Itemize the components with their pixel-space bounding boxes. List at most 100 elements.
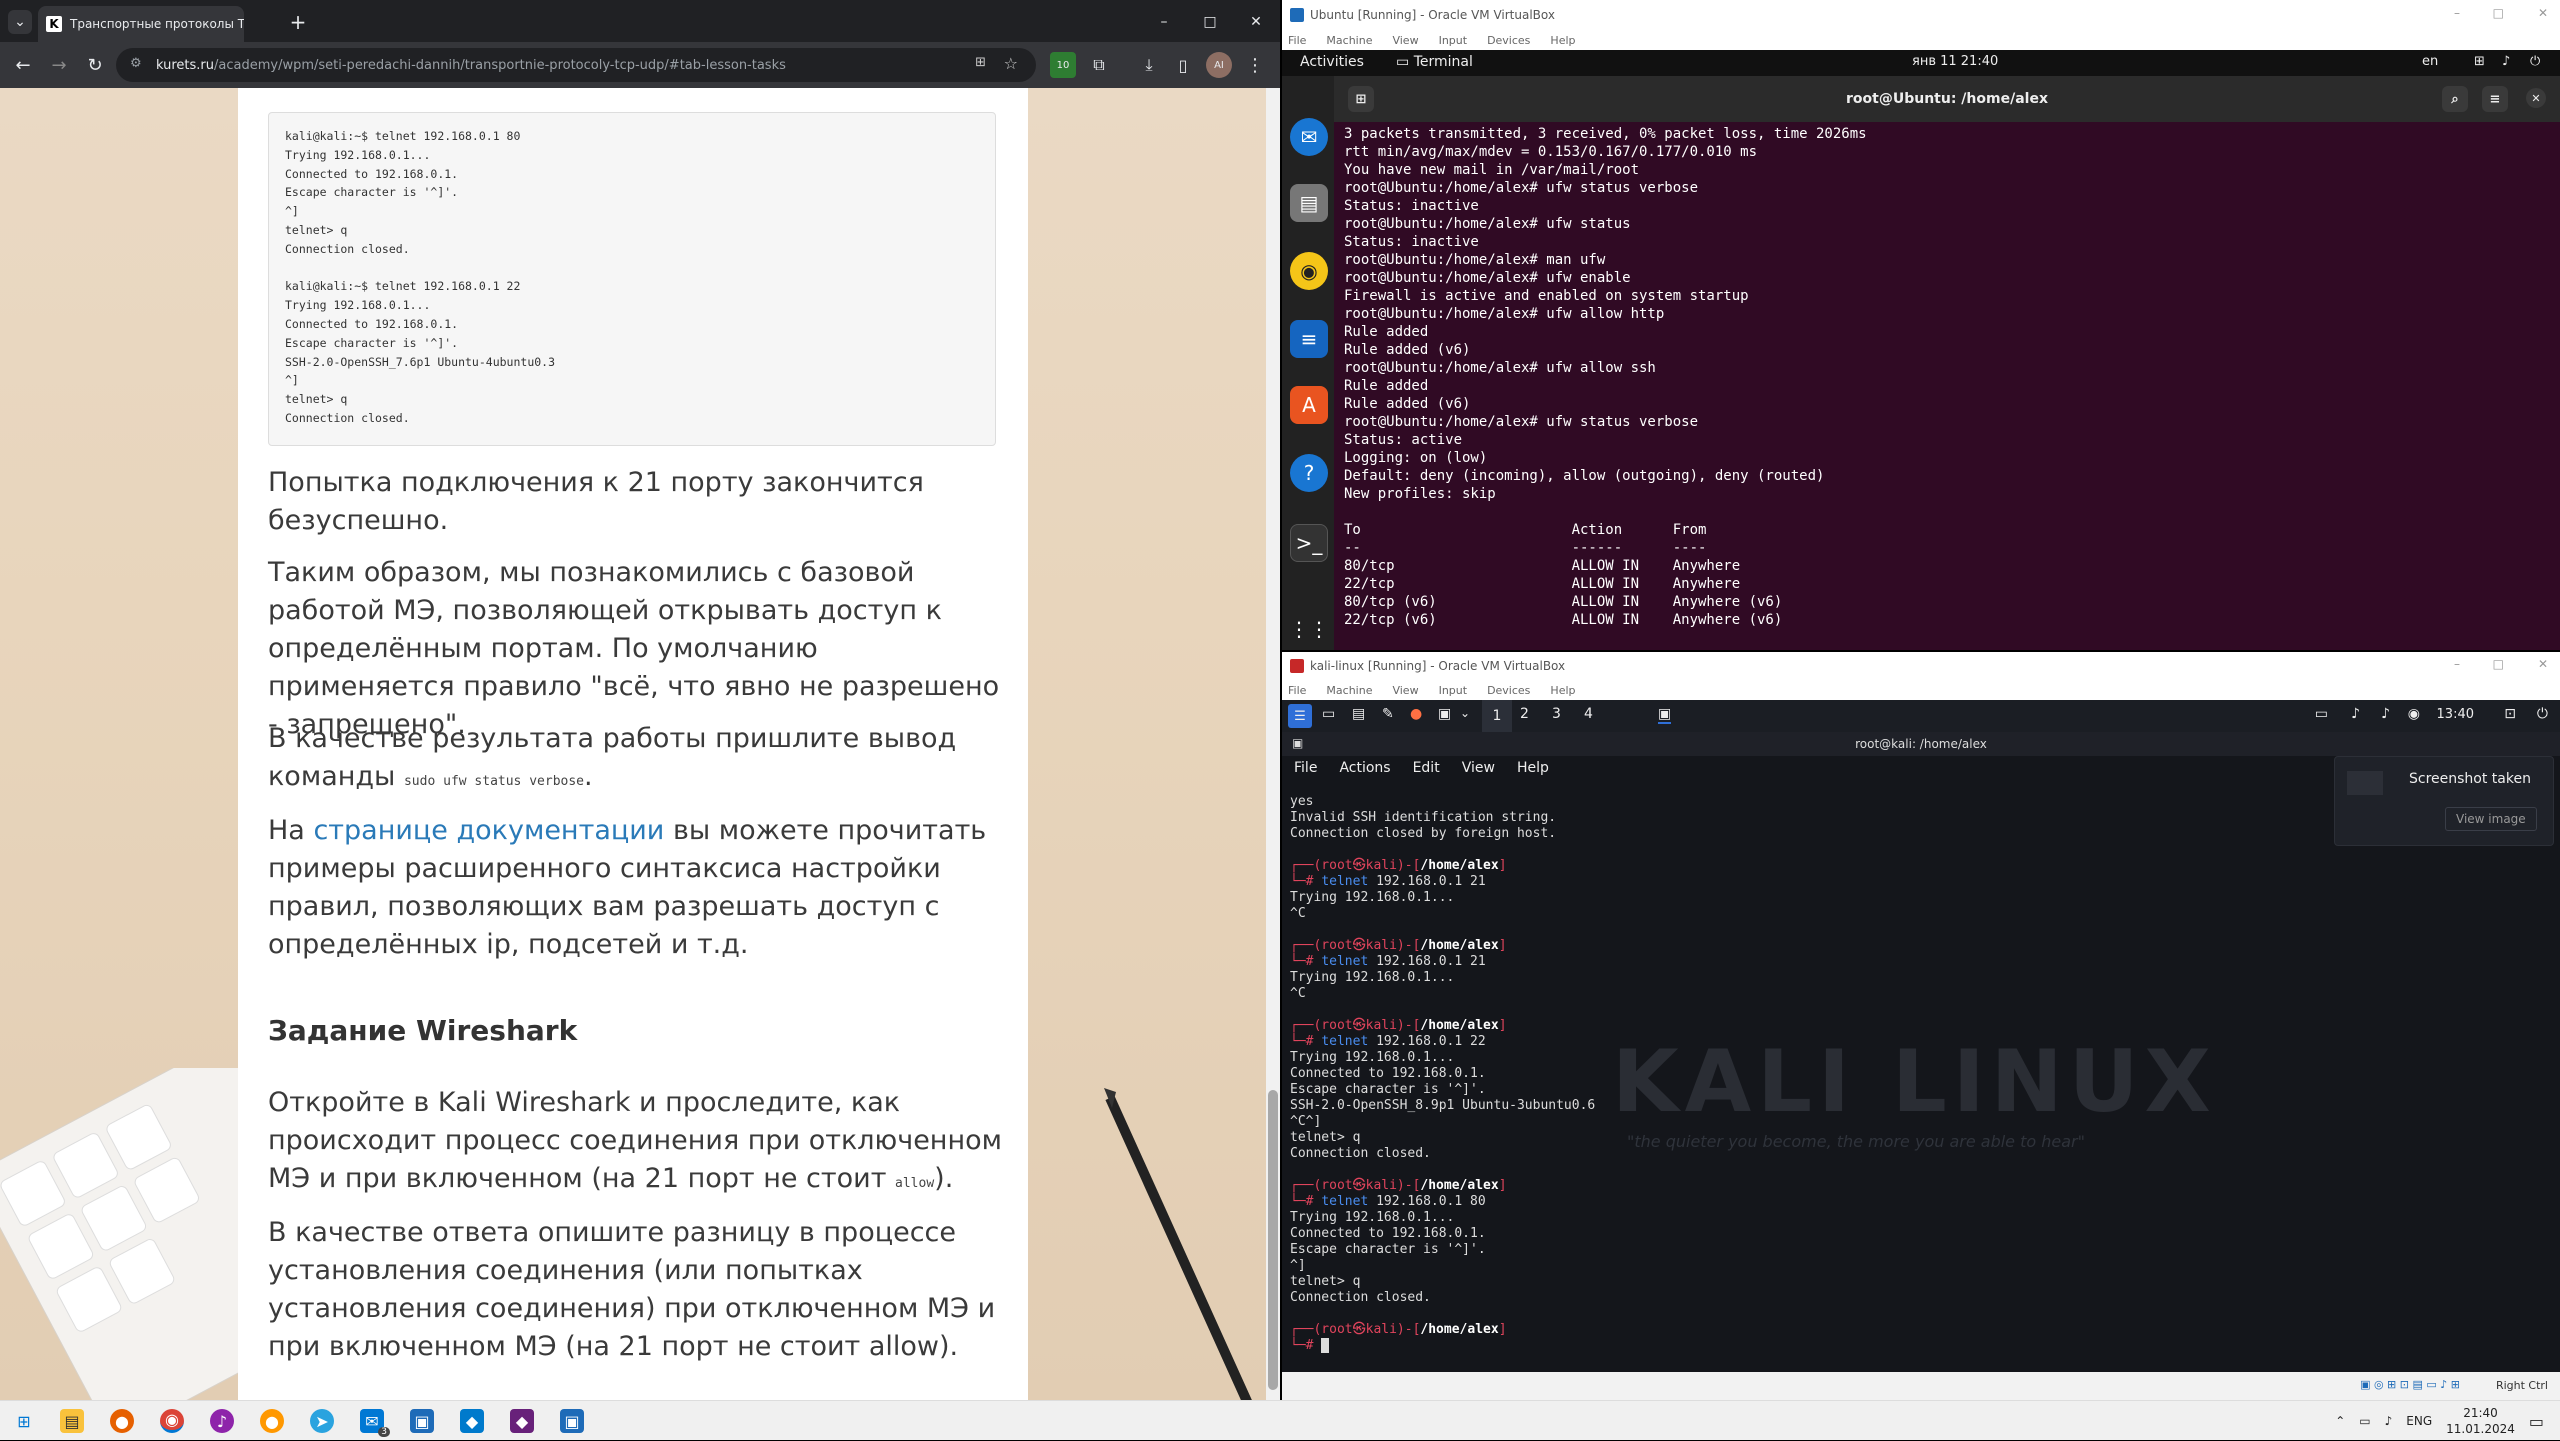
extensions-puzzle-icon[interactable]: ⧉	[1086, 52, 1112, 78]
network-icon[interactable]: ⊞	[2474, 54, 2485, 69]
power-icon[interactable]: ⏻	[2530, 54, 2540, 69]
workspace-3[interactable]: 3	[1552, 706, 1561, 722]
terminal-menu-icon[interactable]: ≡	[2482, 86, 2508, 112]
term-menu-edit[interactable]: Edit	[1413, 760, 1440, 776]
new-tab-button[interactable]: +	[284, 8, 312, 36]
kali-volume-icon[interactable]: ♪	[2351, 706, 2360, 722]
writer-icon[interactable]: ≡	[1290, 320, 1328, 358]
download-icon[interactable]: ⤓	[1136, 52, 1162, 78]
view-image-button[interactable]: View image	[2445, 807, 2537, 831]
ubuntu-vm-minimize-button[interactable]: –	[2454, 6, 2460, 20]
new-tab-icon[interactable]: ⊞	[1348, 86, 1374, 112]
tray-network-icon[interactable]: ▭	[2359, 1414, 2370, 1428]
close-window-button[interactable]: ✕	[1242, 8, 1270, 36]
site-info-icon[interactable]: ⚙	[130, 56, 142, 71]
tab-search-button[interactable]: ⌄	[8, 10, 32, 34]
profile-avatar[interactable]: AI	[1206, 52, 1232, 78]
kali-vm-menu-input[interactable]: Input	[1439, 684, 1467, 697]
maximize-button[interactable]: □	[1196, 8, 1224, 36]
virtualbox-taskbar-icon[interactable]: ▣	[410, 1409, 434, 1433]
firefox-dev-icon[interactable]: ●	[260, 1409, 284, 1433]
terminal-launcher-icon[interactable]: ▣	[1438, 706, 1451, 722]
term-menu-view[interactable]: View	[1462, 760, 1495, 776]
terminal-search-icon[interactable]: ⌕	[2442, 86, 2468, 112]
kali-vm-minimize-button[interactable]: –	[2454, 657, 2460, 671]
kali-vm-menu-file[interactable]: File	[1288, 684, 1306, 697]
kali-terminal[interactable]: ▣ root@kali: /home/alex File Actions Edi…	[1282, 732, 2560, 1372]
ubuntu-terminal[interactable]: ⊞ root@Ubuntu: /home/alex ⌕ ≡ ✕ 3 packet…	[1334, 76, 2560, 650]
chrome-taskbar-icon[interactable]: ◉	[160, 1409, 184, 1433]
start-icon[interactable]: ⊞	[12, 1409, 36, 1433]
kali-vm-menu-machine[interactable]: Machine	[1326, 684, 1372, 697]
file-explorer-icon[interactable]: ▤	[60, 1409, 84, 1433]
vm-menu-input[interactable]: Input	[1439, 34, 1467, 47]
software-icon[interactable]: A	[1290, 386, 1328, 424]
scrollbar-thumb[interactable]	[1268, 1090, 1278, 1390]
kali-vm-maximize-button[interactable]: □	[2493, 657, 2504, 671]
mail-icon[interactable]: ✉ 3	[360, 1409, 390, 1437]
visual-studio-icon[interactable]: ◆	[510, 1409, 534, 1433]
kali-vm-menu-help[interactable]: Help	[1550, 684, 1575, 697]
terminal-dock-icon[interactable]: >_	[1290, 524, 1328, 562]
desktop-icon[interactable]: ▭	[1322, 706, 1335, 722]
kali-vm-close-button[interactable]: ✕	[2538, 657, 2548, 671]
terminal-app-menu[interactable]: ▭ Terminal	[1396, 54, 1473, 70]
thunderbird-icon[interactable]: ✉	[1290, 118, 1328, 156]
extension-icon[interactable]: 10	[1050, 52, 1076, 78]
vm-menu-view[interactable]: View	[1392, 34, 1418, 47]
launcher-dropdown-icon[interactable]: ⌄	[1460, 706, 1470, 720]
vbox-device-icons[interactable]: ▣ ◎ ⊞ ⊡ ▤ ▭ ♪ ⊞	[2360, 1378, 2460, 1391]
translate-icon[interactable]: ⊞	[975, 55, 986, 70]
show-apps-icon[interactable]: ⋮⋮	[1289, 610, 1329, 648]
firefox-icon[interactable]: ●	[1410, 706, 1422, 722]
help-icon[interactable]: ?	[1290, 454, 1328, 492]
workspace-2[interactable]: 2	[1520, 706, 1529, 722]
gnome-clock[interactable]: янв 11 21:40	[1912, 54, 1998, 69]
tray-volume-icon[interactable]: ♪	[2385, 1414, 2393, 1428]
terminal-close-icon[interactable]: ✕	[2526, 88, 2546, 108]
rhythmbox-icon[interactable]: ◉	[1290, 252, 1328, 290]
ubuntu-vm-close-button[interactable]: ✕	[2538, 6, 2548, 20]
documentation-link[interactable]: странице документации	[313, 815, 664, 846]
forward-icon[interactable]: →	[46, 52, 72, 78]
task-terminal-icon[interactable]: ▣	[1658, 706, 1672, 724]
vm-menu-file[interactable]: File	[1288, 34, 1306, 47]
active-tab[interactable]: K Транспортные протоколы TCP ✕	[38, 6, 244, 42]
vm-menu-machine[interactable]: Machine	[1326, 34, 1372, 47]
kali-vm-menu-view[interactable]: View	[1392, 684, 1418, 697]
kali-vm-menu-devices[interactable]: Devices	[1487, 684, 1530, 697]
screenshot-notification[interactable]: Screenshot taken View image	[2334, 756, 2554, 846]
vscode-icon[interactable]: ◆	[460, 1409, 484, 1433]
volume-icon[interactable]: ♪	[2502, 54, 2510, 69]
workspace-4[interactable]: 4	[1584, 706, 1593, 722]
kali-clock[interactable]: 13:40	[2437, 707, 2474, 722]
power-manager-icon[interactable]: ◉	[2408, 706, 2420, 722]
firefox-taskbar-icon[interactable]: ●	[110, 1409, 134, 1433]
address-bar[interactable]: ⚙ kurets.ru/academy/wpm/seti-peredachi-d…	[116, 48, 1036, 82]
tray-overflow-icon[interactable]: ⌃	[2335, 1414, 2345, 1428]
notification-center-icon[interactable]: ▭	[2529, 1412, 2544, 1431]
kali-menu-icon[interactable]: ☰	[1288, 704, 1312, 728]
media-app-icon[interactable]: ♪	[210, 1409, 234, 1433]
file-manager-icon[interactable]: ▤	[1352, 706, 1365, 722]
term-menu-file[interactable]: File	[1294, 760, 1317, 776]
virtualbox-vm-icon[interactable]: ▣	[560, 1409, 584, 1433]
telegram-icon[interactable]: ➤	[310, 1409, 334, 1433]
bookmark-star-icon[interactable]: ☆	[1004, 54, 1018, 73]
activities-button[interactable]: Activities	[1300, 54, 1364, 70]
minimize-button[interactable]: –	[1150, 8, 1178, 36]
browser-menu-icon[interactable]: ⋮	[1242, 52, 1268, 78]
term-menu-help[interactable]: Help	[1517, 760, 1549, 776]
display-icon[interactable]: ▭	[2315, 706, 2328, 722]
workspace-1[interactable]: 1	[1482, 700, 1512, 732]
side-panel-icon[interactable]: ▯	[1170, 52, 1196, 78]
files-icon[interactable]: ▤	[1290, 184, 1328, 222]
notifications-icon[interactable]: ♪	[2381, 706, 2390, 722]
term-menu-actions[interactable]: Actions	[1339, 760, 1390, 776]
tray-clock[interactable]: 21:40 11.01.2024	[2446, 1405, 2515, 1437]
vm-menu-help[interactable]: Help	[1550, 34, 1575, 47]
lock-icon[interactable]: ⊡	[2504, 706, 2516, 722]
tray-language[interactable]: ENG	[2406, 1414, 2432, 1428]
ubuntu-vm-maximize-button[interactable]: □	[2493, 6, 2504, 20]
reload-icon[interactable]: ↻	[82, 52, 108, 78]
